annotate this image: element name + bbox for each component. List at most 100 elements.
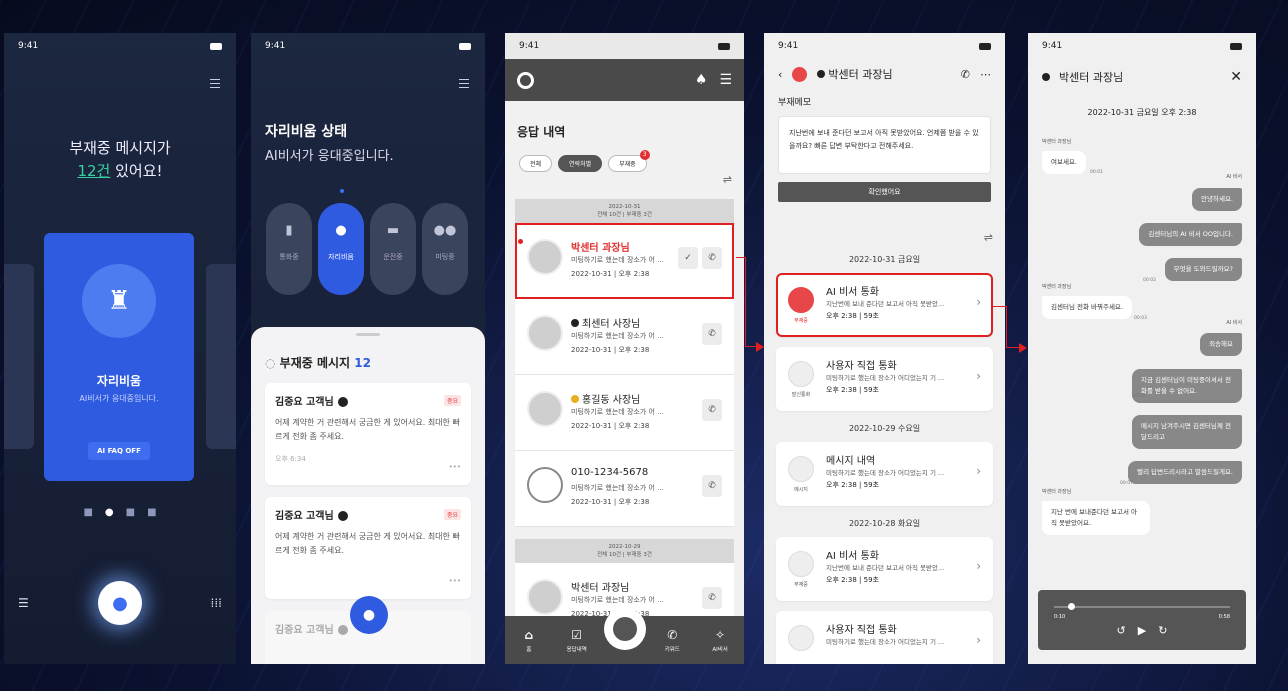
call-item[interactable]: 홍길동 사장님 미팅하기로 했는데 장소가 어 ... 2022-10-31 |… <box>515 375 734 451</box>
annotation-arrow <box>745 257 746 347</box>
chevron-right-icon: › <box>976 464 981 478</box>
avatar <box>527 239 563 275</box>
forward-icon[interactable]: ↻ <box>1158 624 1167 637</box>
car-icon[interactable]: ■ <box>126 507 135 518</box>
kakao-icon <box>817 70 826 78</box>
filter-contact[interactable]: 연락처별 <box>558 155 603 172</box>
confirm-button[interactable]: 확인했어요 <box>778 182 991 202</box>
mic-button[interactable]: ● <box>350 596 388 634</box>
item-meta: 오후 2:38 | 59초 <box>826 386 879 394</box>
call-item[interactable]: 010-1234-5678 미팅하기로 했는데 장소가 어 ... 2022-1… <box>515 451 734 527</box>
caller-name: 박센터 과장님 <box>571 583 630 594</box>
item-title: 사용자 직접 통화 <box>826 361 897 372</box>
call-item[interactable]: 최센터 사장님 미팅하기로 했는데 장소가 어 ... 2022-10-31 |… <box>515 299 734 375</box>
chat-bubble: 무엇을 도와드릴까요? <box>1164 258 1242 281</box>
sort-icon[interactable]: ⇌ <box>984 231 993 244</box>
call-date: 2022-10-31 | 오후 2:38 <box>571 270 650 278</box>
play-icon[interactable]: ▶ <box>1138 624 1146 637</box>
call-date: 2022-10-31 | 오후 2:38 <box>571 346 650 354</box>
audio-player: 0:10 0:58 ↺ ▶ ↻ <box>1038 590 1246 650</box>
mode-meeting[interactable]: ●● 미팅중 <box>422 203 468 295</box>
back-icon[interactable]: ‹ <box>778 68 782 81</box>
mode-away[interactable]: ● 자리비움 <box>318 203 364 295</box>
history-item[interactable]: 사용자 직접 통화 미팅하기로 했는데 장소가 어디었는지 기 ... › <box>776 611 993 664</box>
top-bar: ♠ ☰ <box>505 59 744 101</box>
ai-label: AI 비서 <box>1226 174 1242 180</box>
chat-icon: ◌ <box>265 356 276 370</box>
history-item[interactable]: 부재중 AI 비서 통화 지난번에 보내 준다던 보고서 아직 못받았... 오… <box>776 273 993 337</box>
progress-knob[interactable] <box>1068 603 1075 610</box>
chat-bubble: 빨리 답변드리시라고 말씀드릴게요. <box>1128 461 1242 484</box>
message-icon <box>788 456 814 482</box>
bell-icon[interactable]: ♠ <box>695 72 708 88</box>
history-item[interactable]: 발신통화 사용자 직접 통화 미팅하기로 했는데 장소가 어디었는지 기 ...… <box>776 347 993 411</box>
phone-icon[interactable]: ✆ <box>702 399 722 421</box>
status-card[interactable]: ♜ 자리비움 AI비서가 응대중입니다. AI FAQ OFF <box>44 233 194 481</box>
bubble-time: 00:02 <box>1143 278 1156 283</box>
contact-name: 박센터 과장님 <box>828 68 893 81</box>
chat-bubble: 여보세요. <box>1042 151 1086 174</box>
progress-track[interactable] <box>1054 606 1230 608</box>
bubble-time: 00:07 <box>1120 481 1133 486</box>
sheet-title: ◌ 부재중 메시지 12 <box>265 354 485 371</box>
tab-ai[interactable]: ✧ AI비서 <box>700 628 740 653</box>
sort-icon[interactable]: ⇌ <box>723 173 732 186</box>
chevron-right-icon: › <box>976 633 981 647</box>
page-title: 자리비움 상태 <box>265 124 348 140</box>
mic-icon[interactable]: ● <box>105 507 114 518</box>
chair-icon: ♜ <box>82 264 156 338</box>
bubble-time: 00:05 <box>1132 394 1145 399</box>
sheet-handle[interactable] <box>356 333 380 336</box>
more-icon[interactable]: ••• <box>449 463 461 471</box>
close-icon[interactable]: ✕ <box>1230 69 1242 85</box>
icon-label: 발신통화 <box>791 392 811 398</box>
message-count[interactable]: 12건 <box>77 162 110 180</box>
phone-icon[interactable]: ✆ <box>702 587 722 609</box>
history-item[interactable]: 메시지 메시지 내역 미팅하기로 했는데 장소가 어디었는지 기 ... 오후 … <box>776 442 993 506</box>
menu-icon[interactable] <box>210 79 220 88</box>
filter-all[interactable]: 전체 <box>519 155 553 172</box>
phone-icon[interactable]: ■ <box>83 507 92 518</box>
battery-icon <box>459 42 471 50</box>
star-icon <box>571 395 579 403</box>
people-icon[interactable]: ■ <box>147 507 156 518</box>
history-icon: ☑ <box>571 627 583 642</box>
tab-keyword[interactable]: ✆ 키워드 <box>652 628 692 653</box>
caller-label: 박센터 과장님 <box>1042 284 1072 290</box>
keypad-icon[interactable]: ⁞⁞⁞ <box>211 596 222 610</box>
faq-toggle-button[interactable]: AI FAQ OFF <box>88 442 150 460</box>
filter-missed[interactable]: 부재중 3 <box>608 150 650 172</box>
mode-call[interactable]: ▮ 통화중 <box>266 203 312 295</box>
ai-label: AI 비서 <box>1226 320 1242 326</box>
tab-history[interactable]: ☑ 응답내역 <box>557 628 597 653</box>
bubble-time: 00:01 <box>1090 170 1103 175</box>
message-card[interactable]: 김중요 고객님 중요 어제 계약한 거 관련해서 궁금한 게 있어서요. 최대한… <box>265 497 471 599</box>
mode-driving[interactable]: ▬ 운전중 <box>370 203 416 295</box>
center-button[interactable] <box>604 608 646 650</box>
more-icon[interactable]: ⋯ <box>980 68 991 81</box>
missed-call-icon <box>788 287 814 313</box>
more-icon[interactable]: ••• <box>449 577 461 585</box>
check-icon[interactable]: ✓ <box>678 247 698 269</box>
phone-icon[interactable]: ✆ <box>702 323 722 345</box>
tab-home[interactable]: ⌂ 홈 <box>509 628 549 653</box>
icon-label: 부재중 <box>794 582 808 588</box>
call-item[interactable]: 박센터 과장님 미팅하기로 했는데 장소가 어 ... 2022-10-31 |… <box>515 223 734 299</box>
mode-label: 미팅중 <box>435 253 455 261</box>
list-icon[interactable]: ☰ <box>18 596 29 610</box>
filter-label: 부재중 <box>619 161 636 168</box>
phone-icon[interactable]: ✆ <box>702 247 722 269</box>
phone-icon[interactable]: ✆ <box>702 475 722 497</box>
phone-icon[interactable]: ✆ <box>961 68 970 81</box>
prev-card[interactable] <box>4 264 34 449</box>
menu-icon[interactable] <box>459 79 469 88</box>
headline-text: 부재중 메시지가 <box>69 139 171 157</box>
next-card[interactable] <box>206 264 236 449</box>
status-time: 9:41 <box>1042 41 1063 51</box>
mic-button[interactable]: ● <box>98 581 142 625</box>
important-badge: 중요 <box>443 395 461 406</box>
history-item[interactable]: 부재중 AI 비서 통화 지난번에 보내 준다던 보고서 아직 못받았... 오… <box>776 537 993 601</box>
message-card[interactable]: 김중요 고객님 중요 어제 계약한 거 관련해서 궁금한 게 있어서요. 최대한… <box>265 383 471 485</box>
menu-icon[interactable]: ☰ <box>719 72 732 88</box>
rewind-icon[interactable]: ↺ <box>1117 624 1126 637</box>
